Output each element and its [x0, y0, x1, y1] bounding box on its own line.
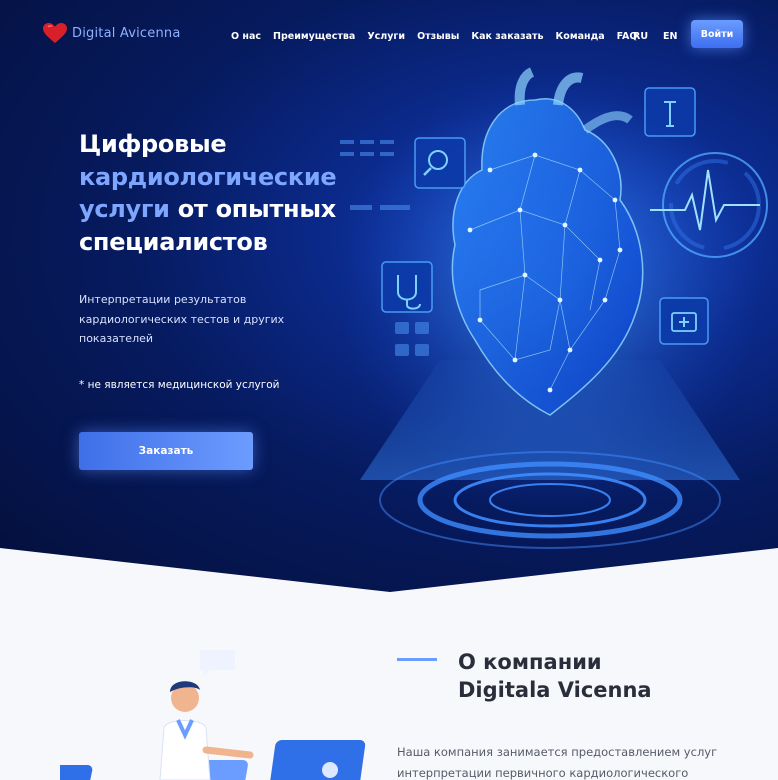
- nav-item-team[interactable]: Команда: [556, 31, 605, 42]
- doctor-illustration: [60, 650, 366, 780]
- nav-item-advantages[interactable]: Преимущества: [273, 31, 355, 42]
- nav-item-about[interactable]: О нас: [231, 31, 261, 42]
- hero-section: Digital Avicenna О нас Преимущества Услу…: [0, 0, 778, 592]
- hero-subtitle: Интерпретации результатов кардиологическ…: [79, 293, 285, 345]
- main-nav: О нас Преимущества Услуги Отзывы Как зак…: [231, 31, 637, 42]
- heart-icon: [43, 23, 67, 43]
- hero-note: * не является медицинской услугой: [79, 379, 280, 391]
- about-title-line-1: О компании: [458, 650, 602, 674]
- hero-title-line-2: кардиологические: [79, 162, 337, 191]
- heart-hologram-illustration: [340, 67, 768, 549]
- logo[interactable]: Digital Avicenna: [42, 22, 181, 44]
- hero-title-line-1: Цифровые: [79, 130, 227, 158]
- order-button[interactable]: Заказать: [79, 432, 253, 470]
- nav-item-how-to-order[interactable]: Как заказать: [471, 31, 543, 42]
- about-title: О компании Digitala Vicenna: [458, 648, 652, 704]
- hero-title-line-3b: от опытных: [177, 195, 337, 223]
- lang-ru[interactable]: RU: [633, 31, 648, 42]
- login-button[interactable]: Войти: [691, 20, 743, 48]
- hero-title-line-3: услуги: [79, 195, 170, 223]
- about-text: Наша компания занимается предоставлением…: [397, 745, 718, 780]
- nav-item-reviews[interactable]: Отзывы: [417, 31, 459, 42]
- nav-item-services[interactable]: Услуги: [367, 31, 405, 42]
- about-title-line-2: Digitala Vicenna: [458, 678, 652, 702]
- hero-title-line-4: специалистов: [79, 227, 268, 256]
- lang-en[interactable]: EN: [663, 31, 677, 42]
- brand-name: Digital Avicenna: [72, 25, 181, 41]
- about-accent-line: [397, 658, 437, 661]
